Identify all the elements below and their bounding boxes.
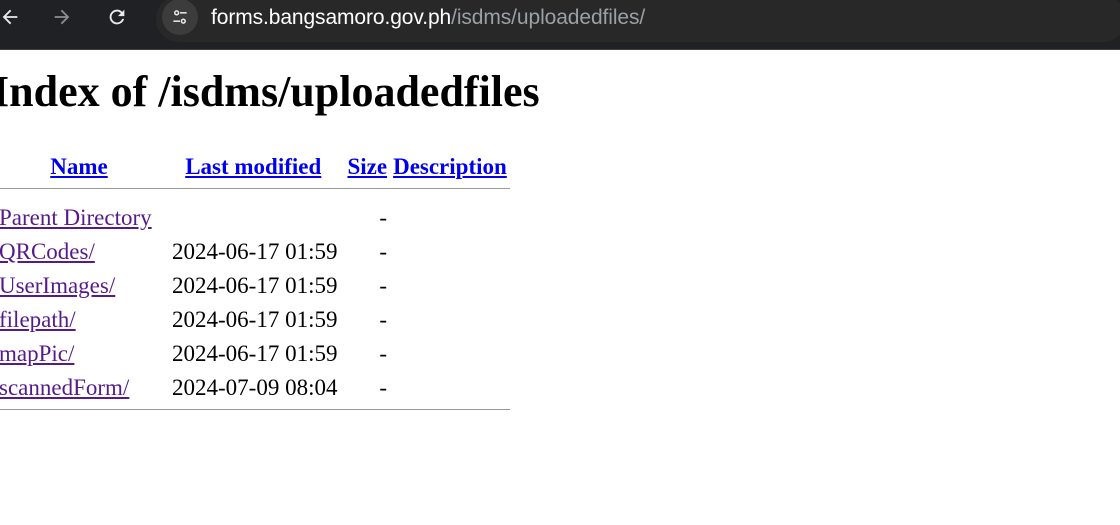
row-description-cell	[390, 201, 510, 235]
row-size-cell: -	[379, 375, 388, 400]
row-description-cell	[390, 269, 510, 303]
row-name-cell: scannedForm/	[0, 371, 162, 405]
table-row: Parent Directory -	[0, 201, 510, 235]
table-row: QRCodes/ 2024-06-17 01:59 -	[0, 235, 510, 269]
row-name-cell: UserImages/	[0, 269, 162, 303]
column-header-name: Name	[0, 150, 162, 184]
divider	[0, 409, 510, 410]
row-size-cell: -	[379, 307, 388, 332]
row-description-cell	[390, 337, 510, 371]
row-description-cell	[390, 371, 510, 405]
footer-divider-row	[0, 405, 510, 414]
back-arrow-icon	[2, 9, 18, 25]
row-modified-cell	[162, 201, 344, 235]
row-size-cell: -	[379, 341, 388, 366]
table-row: UserImages/ 2024-06-17 01:59 -	[0, 269, 510, 303]
row-name-cell: QRCodes/	[0, 235, 162, 269]
row-modified-cell: 2024-06-17 01:59	[172, 239, 338, 264]
column-header-description: Description	[390, 150, 510, 184]
row-name-cell: mapPic/	[0, 337, 162, 371]
forward-button[interactable]	[48, 3, 76, 31]
column-header-last-modified: Last modified	[162, 150, 344, 184]
row-description-cell	[390, 235, 510, 269]
site-info-icon	[173, 10, 187, 24]
row-modified-cell: 2024-06-17 01:59	[172, 307, 338, 332]
browser-toolbar: forms.bangsamoro.gov.ph/isdms/uploadedfi…	[0, 0, 1120, 50]
divider	[0, 188, 510, 189]
forward-arrow-icon	[54, 9, 70, 25]
column-header-size: Size	[344, 150, 390, 184]
table-row: filepath/ 2024-06-17 01:59 -	[0, 303, 510, 337]
row-size-cell: -	[379, 273, 388, 298]
header-divider-row	[0, 184, 510, 193]
address-bar[interactable]: forms.bangsamoro.gov.ph/isdms/uploadedfi…	[156, 0, 1120, 42]
reload-button[interactable]	[103, 3, 131, 31]
folder-link-userimages[interactable]: UserImages/	[0, 273, 115, 298]
sort-by-description-link[interactable]: Description	[393, 154, 507, 179]
back-button[interactable]	[0, 3, 24, 31]
site-info-button[interactable]	[162, 0, 198, 35]
row-modified-cell: 2024-07-09 08:04	[172, 375, 338, 400]
table-row: scannedForm/ 2024-07-09 08:04 -	[0, 371, 510, 405]
table-row: mapPic/ 2024-06-17 01:59 -	[0, 337, 510, 371]
spacer-row	[0, 193, 510, 201]
url-host: forms.bangsamoro.gov.ph	[211, 6, 452, 29]
sort-by-last-modified-link[interactable]: Last modified	[185, 154, 321, 179]
folder-link-scannedform[interactable]: scannedForm/	[0, 375, 129, 400]
row-modified-cell: 2024-06-17 01:59	[172, 341, 338, 366]
table-header-row: Name Last modified Size Description	[0, 150, 510, 184]
row-modified-cell: 2024-06-17 01:59	[172, 273, 338, 298]
row-size-cell: -	[379, 239, 388, 264]
row-name-cell: Parent Directory	[0, 201, 162, 235]
reload-icon	[109, 9, 125, 25]
folder-link-mappic[interactable]: mapPic/	[0, 341, 74, 366]
file-listing-table: Name Last modified Size Description Pare…	[0, 150, 510, 414]
folder-link-qrcodes[interactable]: QRCodes/	[0, 239, 95, 264]
parent-directory-link[interactable]: Parent Directory	[0, 205, 152, 230]
row-description-cell	[390, 303, 510, 337]
row-name-cell: filepath/	[0, 303, 162, 337]
row-size-cell: -	[379, 205, 388, 230]
url-text[interactable]: forms.bangsamoro.gov.ph/isdms/uploadedfi…	[211, 6, 645, 30]
sort-by-size-link[interactable]: Size	[347, 154, 387, 179]
sort-by-name-link[interactable]: Name	[50, 154, 107, 179]
url-path: /isdms/uploadedfiles/	[451, 6, 646, 29]
folder-link-filepath[interactable]: filepath/	[0, 307, 76, 332]
page-title: Index of /isdms/uploadedfiles	[0, 67, 540, 116]
